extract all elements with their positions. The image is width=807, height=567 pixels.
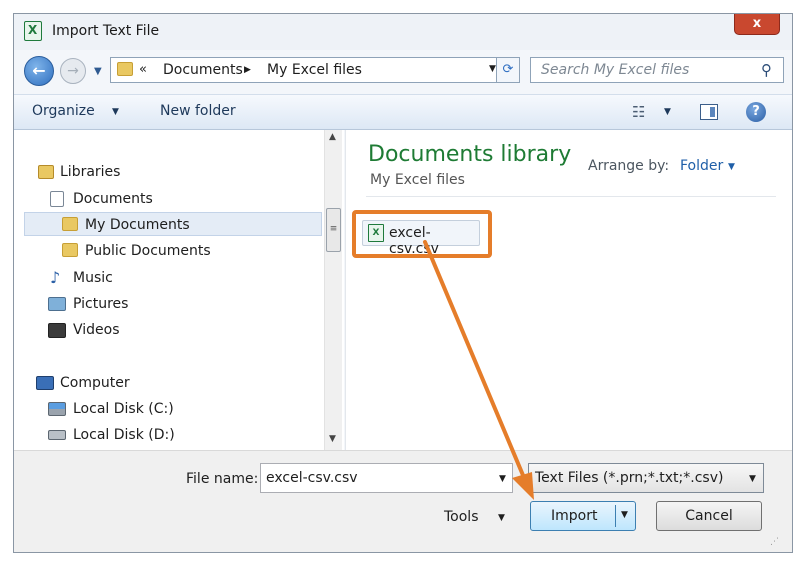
annotation-arrow bbox=[423, 240, 534, 500]
